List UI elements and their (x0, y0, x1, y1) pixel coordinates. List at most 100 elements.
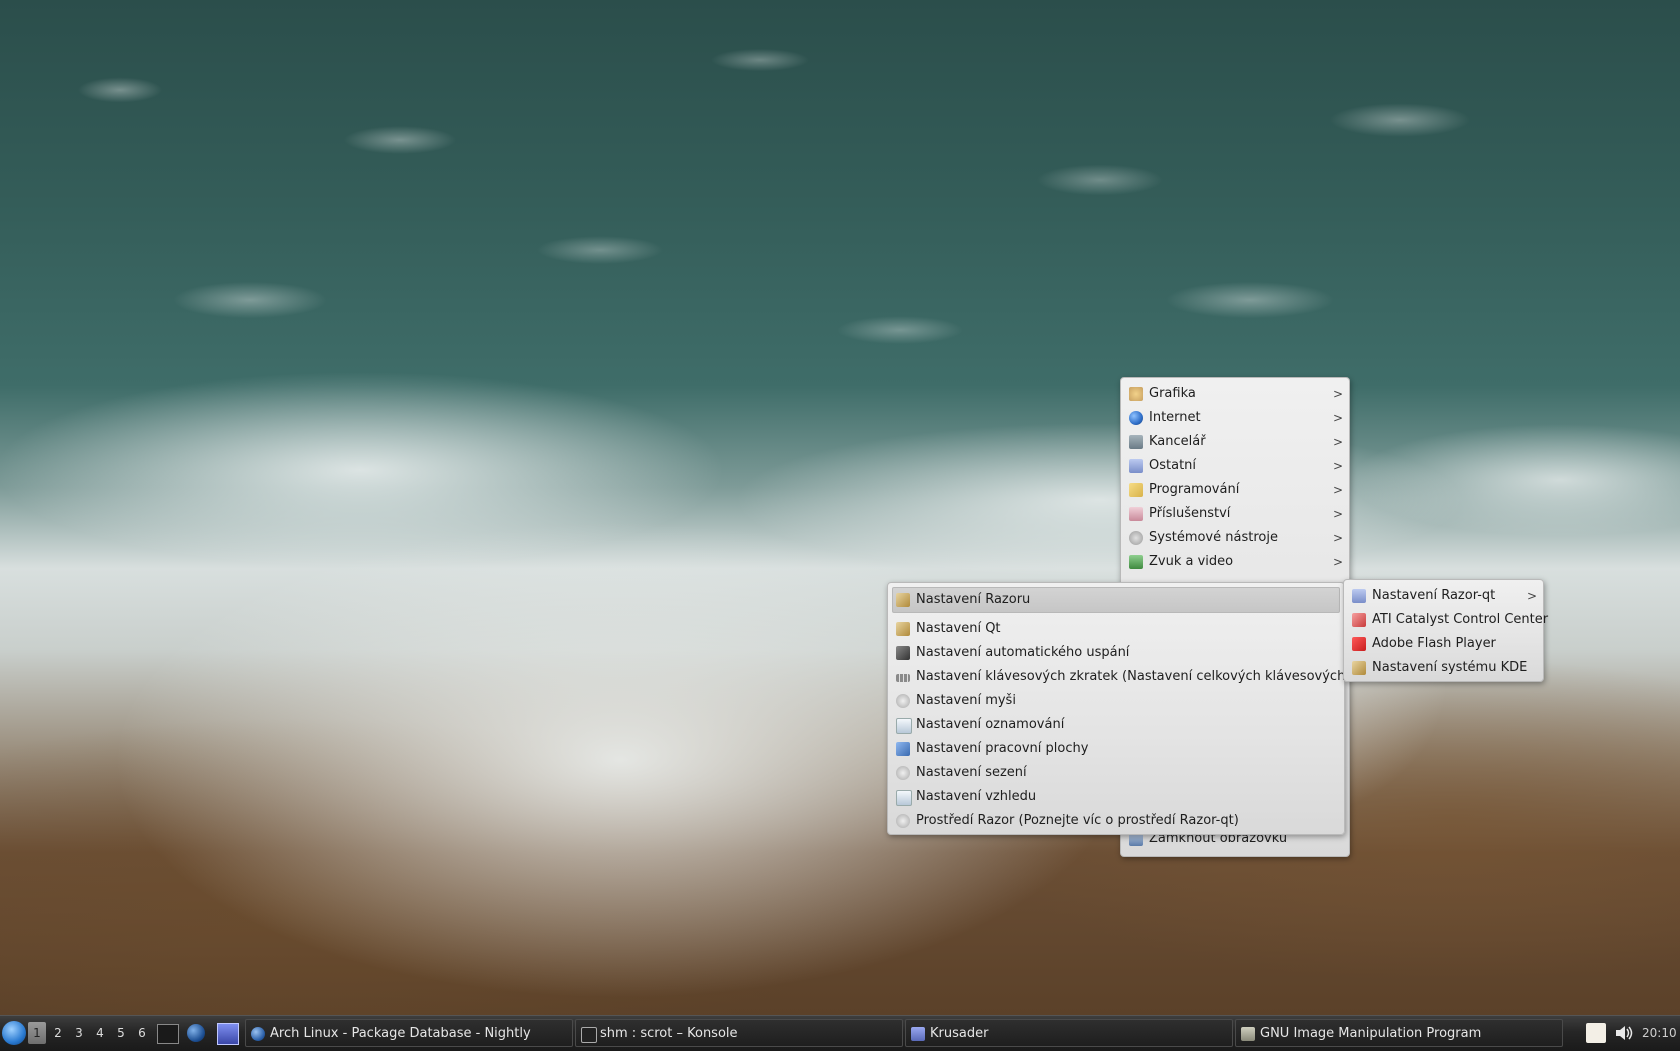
multimedia-icon (1129, 555, 1143, 569)
chevron-right-icon: > (1332, 435, 1343, 449)
notification-settings-icon (896, 718, 912, 734)
menu-item-systemove-nastroje[interactable]: Systémové nástroje > (1121, 526, 1349, 550)
menu-item-notification-settings[interactable]: Nastavení oznamování (888, 713, 1344, 737)
flash-icon (1352, 637, 1366, 651)
chevron-right-icon: > (1332, 459, 1343, 473)
wallpaper-foam (0, 0, 1680, 560)
chevron-right-icon: > (1332, 507, 1343, 521)
menu-item-label: Nastavení sezení (916, 765, 1027, 780)
menu-item-ati-catalyst[interactable]: ATI Catalyst Control Center (1344, 608, 1548, 632)
session-settings-icon (896, 766, 910, 780)
menu-item-label: Příslušenství (1149, 506, 1231, 521)
task-label: GNU Image Manipulation Program (1260, 1026, 1482, 1041)
menu-item-label: Nastavení Razoru (916, 592, 1031, 607)
start-menu-icon[interactable] (2, 1021, 26, 1045)
menu-item-label: Nastavení myši (916, 693, 1016, 708)
taskbar: 1 2 3 4 5 6 Arch Linux - Package Databas… (0, 1015, 1680, 1051)
task-label: Arch Linux - Package Database - Nightly (270, 1026, 531, 1041)
appearance-settings-icon (896, 790, 912, 806)
menu-item-label: Prostředí Razor (Poznejte víc o prostřed… (916, 813, 1239, 828)
menu-item-label: Systémové nástroje (1149, 530, 1278, 545)
chevron-right-icon: > (1332, 555, 1343, 569)
menu-item-appearance-settings[interactable]: Nastavení vzhledu (888, 785, 1344, 809)
task-label: shm : scrot – Konsole (600, 1026, 738, 1041)
krusader-icon (911, 1027, 925, 1041)
chevron-right-icon: > (1332, 387, 1343, 401)
desktop-switch-1[interactable]: 1 (28, 1022, 46, 1044)
settings-submenu: Nastavení Razoru Nastavení Qt Nastavení … (887, 582, 1403, 835)
desktop-settings-icon (896, 742, 910, 756)
menu-item-nastaveni-qt[interactable]: Nastavení Qt (888, 617, 1344, 641)
chevron-right-icon: > (1526, 589, 1537, 603)
menu-item-nastaveni-razor-qt[interactable]: Nastavení Razor-qt > (1344, 584, 1543, 608)
menu-item-about-razor[interactable]: Prostředí Razor (Poznejte víc o prostřed… (888, 809, 1344, 833)
menu-item-nastaveni-razoru[interactable]: Nastavení Razoru (892, 587, 1340, 613)
menu-item-programovani[interactable]: Programování > (1121, 478, 1349, 502)
menu-item-label: Internet (1149, 410, 1201, 425)
mouse-settings-icon (896, 694, 910, 708)
firefox-icon (251, 1027, 265, 1041)
menu-item-ostatni[interactable]: Ostatní > (1121, 454, 1349, 478)
browser-launcher-icon[interactable] (187, 1024, 205, 1042)
task-gimp[interactable]: GNU Image Manipulation Program (1235, 1019, 1563, 1047)
menu-item-label: Zvuk a video (1149, 554, 1234, 569)
autosuspend-icon (896, 646, 910, 660)
system-tools-icon (1129, 531, 1143, 545)
razor-settings-icon (896, 593, 910, 607)
terminal-launcher-icon[interactable] (157, 1024, 179, 1044)
desktop-switch-2[interactable]: 2 (49, 1022, 67, 1044)
menu-item-label: Nastavení klávesových zkratek (Nastavení… (916, 669, 1403, 684)
menu-item-prislusenstvi[interactable]: Příslušenství > (1121, 502, 1349, 526)
chevron-right-icon: > (1332, 411, 1343, 425)
menu-item-label: Nastavení Qt (916, 621, 1001, 636)
menu-item-label: Ostatní (1149, 458, 1197, 473)
menu-item-label: Grafika (1149, 386, 1196, 401)
desktop-switch-6[interactable]: 6 (133, 1022, 151, 1044)
task-krusader[interactable]: Krusader (905, 1019, 1233, 1047)
task-firefox[interactable]: Arch Linux - Package Database - Nightly (245, 1019, 573, 1047)
gimp-icon (1241, 1027, 1255, 1041)
menu-item-kde-settings[interactable]: Nastavení systému KDE (1344, 656, 1543, 680)
office-icon (1129, 435, 1143, 449)
desktop-wallpaper (0, 0, 1680, 1015)
desktop-switch-4[interactable]: 4 (91, 1022, 109, 1044)
desktop-switch-5[interactable]: 5 (112, 1022, 130, 1044)
menu-item-label: Nastavení vzhledu (916, 789, 1037, 804)
graphics-icon (1129, 387, 1143, 401)
menu-item-label: Nastavení oznamování (916, 717, 1065, 732)
chevron-right-icon: > (1332, 531, 1343, 545)
menu-item-mouse-settings[interactable]: Nastavení myši (888, 689, 1344, 713)
accessories-icon (1129, 507, 1143, 521)
menu-item-session-settings[interactable]: Nastavení sezení (888, 761, 1344, 785)
task-konsole[interactable]: shm : scrot – Konsole (575, 1019, 903, 1047)
razor-qt-icon (1352, 589, 1366, 603)
programming-icon (1129, 483, 1143, 497)
about-razor-icon (896, 814, 910, 828)
menu-item-label: Programování (1149, 482, 1240, 497)
notification-tray-icon[interactable] (1586, 1023, 1606, 1043)
keyboard-shortcuts-icon (896, 674, 910, 682)
menu-item-keyboard-shortcuts[interactable]: Nastavení klávesových zkratek (Nastavení… (888, 665, 1403, 689)
terminal-icon (581, 1027, 597, 1043)
menu-item-grafika[interactable]: Grafika > (1121, 382, 1349, 406)
other-icon (1129, 459, 1143, 473)
chevron-right-icon: > (1332, 483, 1343, 497)
menu-item-label: Nastavení Razor-qt (1372, 588, 1496, 603)
task-label: Krusader (930, 1026, 989, 1041)
desktop-switch-3[interactable]: 3 (70, 1022, 88, 1044)
menu-item-label: Nastavení systému KDE (1372, 660, 1528, 675)
menu-item-kancelar[interactable]: Kancelář > (1121, 430, 1349, 454)
krusader-launcher-icon[interactable] (217, 1023, 239, 1045)
menu-item-label: ATI Catalyst Control Center (1372, 612, 1549, 627)
kde-settings-icon (1352, 661, 1366, 675)
menu-item-zvuk-a-video[interactable]: Zvuk a video > (1121, 550, 1349, 574)
clock[interactable]: 20:10 (1642, 1016, 1677, 1050)
qt-settings-icon (896, 622, 910, 636)
volume-icon[interactable] (1614, 1024, 1634, 1042)
ati-icon (1352, 613, 1366, 627)
menu-item-label: Kancelář (1149, 434, 1206, 449)
menu-item-desktop-settings[interactable]: Nastavení pracovní plochy (888, 737, 1344, 761)
menu-item-autosuspend[interactable]: Nastavení automatického uspání (888, 641, 1344, 665)
menu-item-adobe-flash[interactable]: Adobe Flash Player (1344, 632, 1543, 656)
menu-item-internet[interactable]: Internet > (1121, 406, 1349, 430)
